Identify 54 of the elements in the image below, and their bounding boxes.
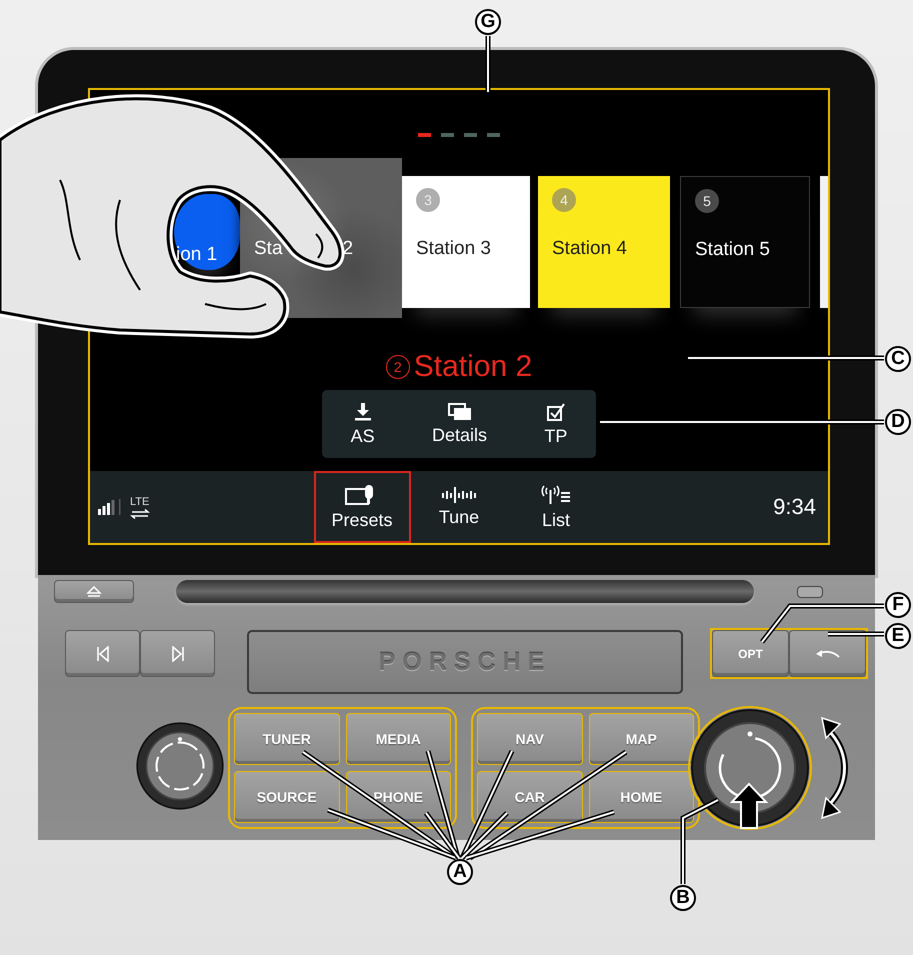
next-icon	[170, 646, 184, 662]
preset-number: 5	[695, 189, 719, 213]
indicator-light	[797, 586, 823, 598]
station-title: Station 2	[414, 350, 532, 384]
preset-name: Station 4	[552, 238, 627, 260]
clock: 9:34	[773, 494, 817, 520]
action-button[interactable]: Details	[424, 398, 496, 450]
action-button[interactable]: AS	[342, 398, 383, 450]
back-button[interactable]	[789, 630, 866, 677]
tab[interactable]: Tune	[410, 471, 508, 543]
action-button[interactable]: TP	[536, 398, 576, 450]
windows-icon	[448, 402, 472, 420]
network-type: LTE	[130, 496, 150, 508]
tuning-scale-icon	[442, 486, 476, 502]
preset-tile[interactable]: 4 Station 4	[538, 176, 670, 308]
antenna-list-icon	[541, 484, 571, 506]
preset-name: Station 5	[695, 239, 770, 261]
function-button[interactable]: MAP	[588, 713, 694, 765]
data-transfer-icon	[130, 508, 150, 518]
eject-button[interactable]	[54, 580, 134, 603]
callout-label: E	[885, 623, 911, 649]
preset-tile[interactable]: 5 Station 5	[680, 176, 810, 308]
signal-icon	[98, 499, 122, 515]
function-button[interactable]: HOME	[588, 771, 694, 823]
callout-label: C	[885, 346, 911, 372]
callout-label: D	[885, 409, 911, 435]
preset-number: 3	[416, 188, 440, 212]
preset-name: 2	[342, 238, 354, 260]
callout-label: G	[475, 9, 501, 35]
eject-icon	[86, 586, 102, 597]
next-button[interactable]	[140, 630, 215, 677]
function-button[interactable]: MEDIA	[346, 713, 451, 765]
tab[interactable]: Presets	[314, 471, 410, 543]
download-icon	[352, 402, 373, 422]
option-button[interactable]: OPT	[712, 630, 789, 677]
previous-icon	[96, 646, 110, 662]
checkbox-icon	[546, 402, 566, 422]
callout-label: B	[670, 885, 696, 911]
callout-label: F	[885, 592, 911, 618]
function-button[interactable]: SOURCE	[234, 771, 340, 823]
brand-lettering: PORSCHE	[378, 648, 552, 676]
function-button[interactable]: TUNER	[234, 713, 340, 765]
callout-label: A	[447, 859, 473, 885]
preset-number: 2	[386, 355, 410, 379]
push-arrow-icon	[730, 782, 768, 830]
preset-tile[interactable]: 3 Station 3	[402, 176, 530, 308]
tab[interactable]: List	[508, 471, 604, 543]
function-button[interactable]: NAV	[477, 713, 582, 765]
rotary-knob[interactable]	[688, 706, 812, 830]
preset-name: Station 3	[416, 238, 491, 260]
previous-button[interactable]	[65, 630, 140, 677]
preset-name: Sta	[254, 238, 283, 260]
back-arrow-icon	[814, 648, 840, 658]
preset-number: 4	[552, 188, 576, 212]
